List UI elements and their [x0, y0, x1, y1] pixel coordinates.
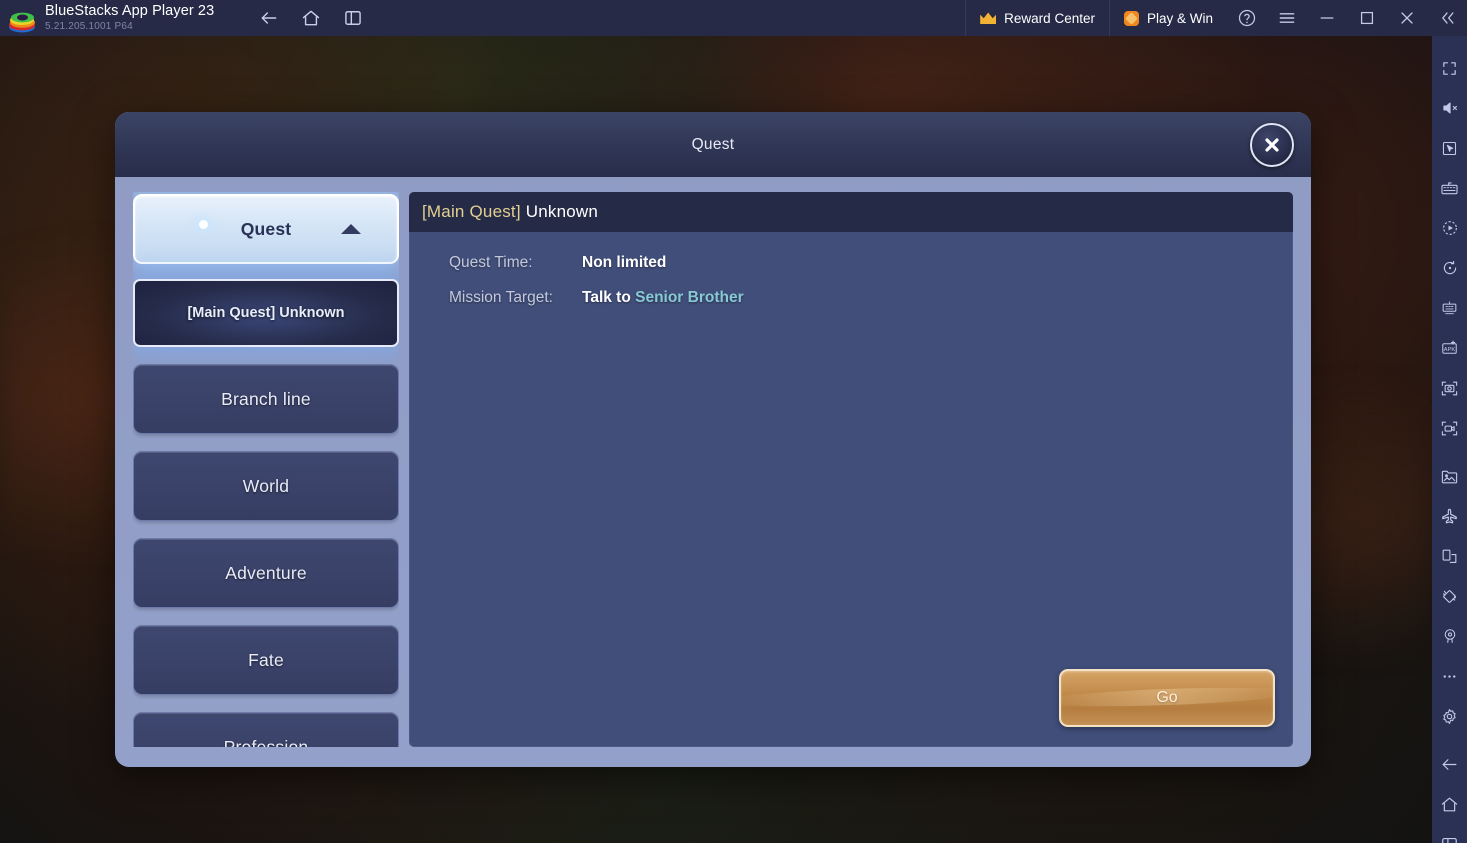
quest-category-list: Quest [Main Quest] Unknown Branch line W…	[133, 192, 399, 747]
quest-time-row: Quest Time: Non limited	[449, 254, 1293, 289]
quest-tab-label: World	[242, 475, 290, 496]
macro-play-icon[interactable]	[1432, 208, 1467, 248]
reward-center-label: Reward Center	[1004, 10, 1095, 26]
quest-tab-profession[interactable]: Profession	[133, 712, 399, 747]
quest-tab-quest[interactable]: Quest	[133, 194, 399, 264]
quest-tab-branch-line[interactable]: Branch line	[133, 364, 399, 434]
bluestacks-layers-icon	[9, 5, 35, 33]
quest-tab-label: Adventure	[225, 562, 307, 583]
mission-target-row: Mission Target: Talk to Senior Brother	[449, 289, 1293, 324]
mission-target-npc: Senior Brother	[635, 289, 744, 306]
cursor-pointer-icon[interactable]	[1432, 128, 1467, 168]
eco-mode-icon[interactable]	[1432, 496, 1467, 536]
media-manager-icon[interactable]	[1432, 456, 1467, 496]
close-icon[interactable]	[1387, 0, 1427, 36]
mission-target-value: Talk to Senior Brother	[582, 289, 744, 307]
home-icon[interactable]	[298, 5, 324, 31]
quest-name: Unknown	[525, 202, 599, 221]
double-chevron-left-icon[interactable]	[1427, 0, 1467, 36]
bluestacks-titlebar: BlueStacks App Player 23 5.21.205.1001 P…	[0, 0, 1467, 36]
quest-tab-fate[interactable]: Fate	[133, 625, 399, 695]
rotate-icon[interactable]	[1432, 248, 1467, 288]
multi-instance-icon[interactable]	[1432, 288, 1467, 328]
mission-target-text: Talk to	[582, 289, 636, 306]
tilt-icon[interactable]	[1432, 576, 1467, 616]
quest-detail-panel: [Main Quest] Unknown Quest Time: Non lim…	[409, 192, 1293, 747]
record-video-icon[interactable]	[1432, 408, 1467, 448]
quest-dialog-body: Quest [Main Quest] Unknown Branch line W…	[115, 177, 1311, 767]
tab-glow-dot	[199, 220, 208, 229]
quest-dialog: Quest Quest [Main Quest] Unknown Branch …	[115, 112, 1311, 767]
install-apk-icon[interactable]: APK	[1432, 328, 1467, 368]
triangle-up-icon	[341, 224, 361, 234]
coin-icon	[1123, 10, 1139, 26]
quest-tab-world[interactable]: World	[133, 451, 399, 521]
settings-gear-icon[interactable]	[1432, 696, 1467, 736]
quest-time-value: Non limited	[582, 254, 667, 271]
titlebar-nav-group	[256, 5, 366, 31]
maximize-icon[interactable]	[1347, 0, 1387, 36]
quest-dialog-header: Quest	[115, 112, 1311, 177]
play-and-win-label: Play & Win	[1146, 10, 1213, 26]
quest-type-tag: [Main Quest]	[422, 202, 521, 221]
app-root: BlueStacks App Player 23 5.21.205.1001 P…	[0, 0, 1467, 843]
reward-center-button[interactable]: Reward Center	[965, 0, 1109, 36]
quest-tab-label: Quest	[240, 218, 292, 239]
mute-icon[interactable]	[1432, 88, 1467, 128]
screen-split-icon[interactable]	[1432, 536, 1467, 576]
recents-icon[interactable]	[1432, 824, 1467, 843]
quest-tab-label: Branch line	[221, 388, 311, 409]
go-button[interactable]: Go	[1059, 669, 1275, 727]
minimize-icon[interactable]	[1307, 0, 1347, 36]
more-icon[interactable]	[1432, 656, 1467, 696]
hamburger-menu-icon[interactable]	[1267, 0, 1307, 36]
app-title-block: BlueStacks App Player 23 5.21.205.1001 P…	[45, 4, 214, 32]
location-icon[interactable]	[1432, 616, 1467, 656]
quest-list-item-main-quest[interactable]: [Main Quest] Unknown	[133, 279, 399, 347]
titlebar-right-group: Reward Center Play & Win	[965, 0, 1467, 36]
back-arrow-icon[interactable]	[1432, 744, 1467, 784]
quest-time-label: Quest Time:	[449, 254, 533, 271]
quest-detail-title: [Main Quest] Unknown	[409, 192, 1293, 232]
back-arrow-icon[interactable]	[256, 5, 282, 31]
play-and-win-button[interactable]: Play & Win	[1108, 0, 1227, 36]
app-name: BlueStacks App Player 23	[45, 3, 215, 20]
svg-text:APK: APK	[1444, 347, 1456, 353]
screenshot-icon[interactable]	[1432, 368, 1467, 408]
fullscreen-icon[interactable]	[1432, 48, 1467, 88]
keyboard-controls-icon[interactable]	[1432, 168, 1467, 208]
quest-detail-rows: Quest Time: Non limited Mission Target: …	[409, 232, 1293, 324]
home-icon[interactable]	[1432, 784, 1467, 824]
help-circle-icon[interactable]	[1227, 0, 1267, 36]
mission-target-label: Mission Target:	[449, 289, 553, 306]
quest-tab-adventure[interactable]: Adventure	[133, 538, 399, 608]
app-version: 5.21.205.1001 P64	[45, 20, 133, 32]
close-x-icon[interactable]	[1250, 122, 1294, 167]
crown-icon	[980, 12, 997, 24]
bluestacks-side-toolbar: APK	[1432, 36, 1467, 843]
quest-dialog-title: Quest	[691, 135, 735, 153]
quest-tab-label: Profession	[223, 736, 309, 748]
recents-icon[interactable]	[340, 5, 366, 31]
quest-tab-label: Fate	[248, 649, 284, 670]
